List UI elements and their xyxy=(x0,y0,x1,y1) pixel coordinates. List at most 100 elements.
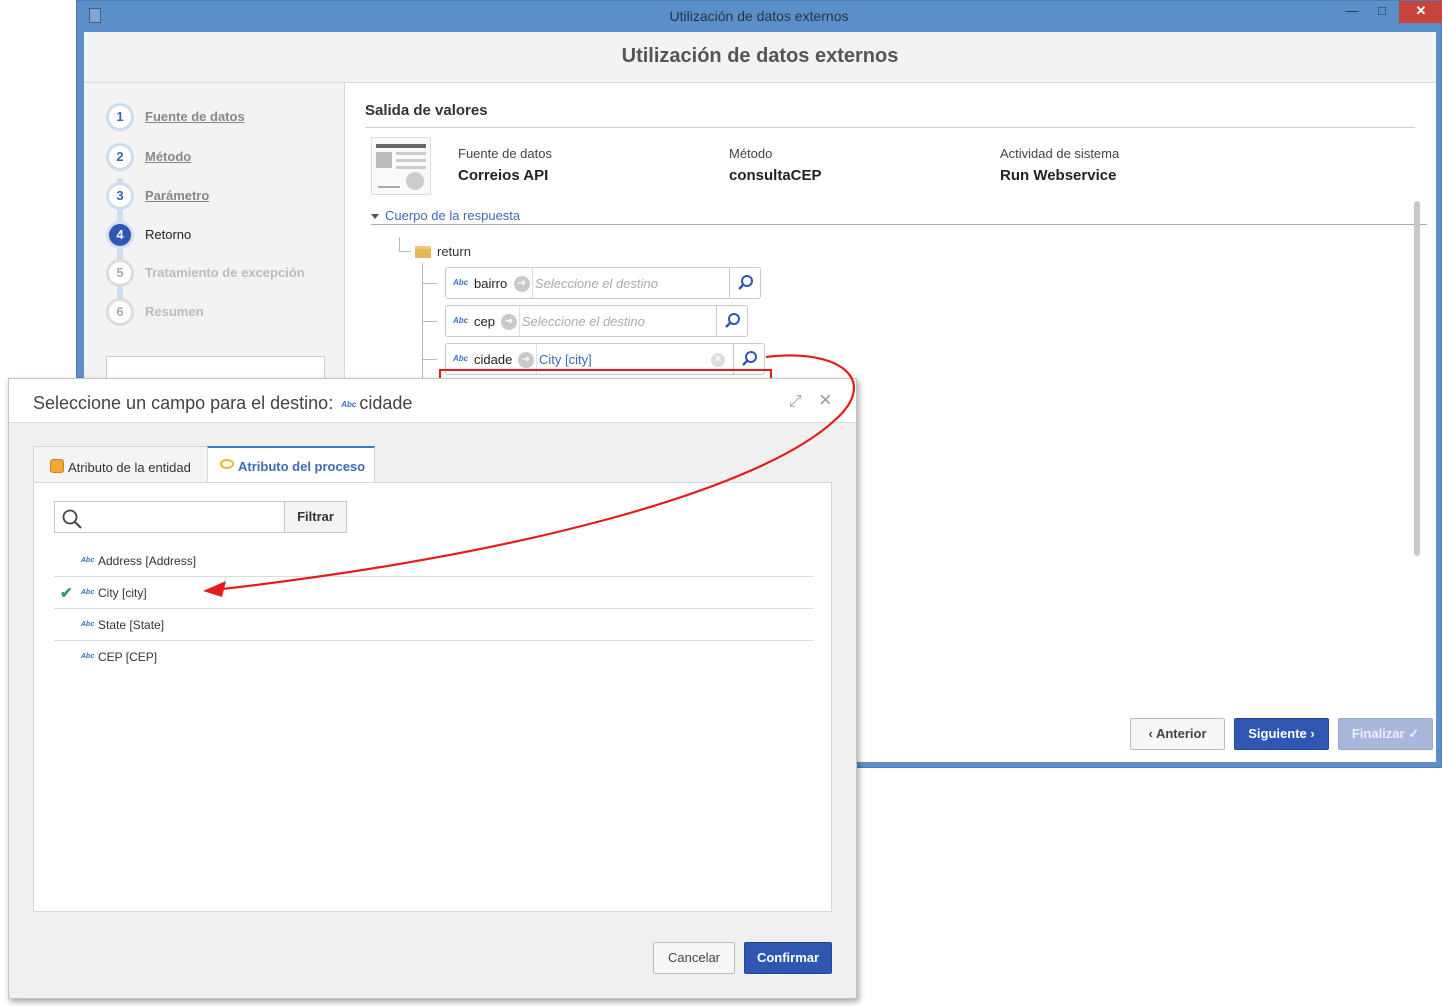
report-thumbnail-icon xyxy=(371,137,431,195)
section-divider xyxy=(365,127,1415,128)
dialog-header: Seleccione un campo para el destino: Abc c… xyxy=(9,379,856,423)
step-number: 5 xyxy=(106,259,134,287)
step-label[interactable]: Fuente de datos xyxy=(145,109,245,124)
chevron-right-icon: › xyxy=(1306,726,1315,741)
minimize-button[interactable]: — xyxy=(1339,1,1365,23)
search-destination-button[interactable] xyxy=(729,268,761,298)
tree-line xyxy=(399,251,411,252)
search-input[interactable] xyxy=(54,501,285,533)
step-label: Resumen xyxy=(145,304,204,319)
tree-node-return[interactable]: return xyxy=(437,244,471,259)
list-item-label: Address [Address] xyxy=(98,554,197,568)
list-item[interactable]: Abc Address [Address] xyxy=(54,545,813,577)
chevron-left-icon: ‹ xyxy=(1148,726,1156,741)
folder-icon xyxy=(415,246,431,258)
text-type-icon: Abc xyxy=(341,399,357,409)
dialog-title: Seleccione un campo para el destino: Abc c… xyxy=(33,393,413,413)
field-mapping-cep: Abc cep ➜ Seleccione el destino xyxy=(445,305,748,337)
info-actividad-de-sistema: Actividad de sistema Run Webservice xyxy=(1000,146,1119,184)
window-title: Utilización de datos externos xyxy=(669,8,849,24)
maximize-button[interactable]: □ xyxy=(1369,1,1395,23)
info-value: Run Webservice xyxy=(1000,167,1117,184)
text-type-icon: Abc xyxy=(81,621,95,628)
tree-line xyxy=(422,359,437,360)
vertical-scrollbar[interactable] xyxy=(1414,201,1420,556)
list-item[interactable]: Abc State [State] xyxy=(54,609,813,641)
arrow-right-icon: ➜ xyxy=(514,276,530,292)
checkmark-icon: ✓ xyxy=(1404,726,1420,741)
tab-atributo-del-proceso[interactable]: Atributo del proceso xyxy=(207,446,375,483)
tab-atributo-de-la-entidad[interactable]: Atributo de la entidad xyxy=(33,446,208,483)
tree-line xyxy=(422,321,437,322)
check-icon: ✔ xyxy=(60,585,73,602)
anterior-button[interactable]: ‹ Anterior xyxy=(1130,718,1225,750)
entity-icon xyxy=(50,459,64,473)
section-title: Salida de valores xyxy=(365,102,488,119)
response-body-toggle[interactable]: Cuerpo de la respuesta xyxy=(371,208,520,223)
step-number: 2 xyxy=(106,143,134,171)
tree-line xyxy=(399,237,400,251)
confirm-button[interactable]: Confirmar xyxy=(744,942,832,974)
info-metodo: Método consultaCEP xyxy=(729,146,822,184)
response-body-label: Cuerpo de la respuesta xyxy=(385,208,521,223)
response-body-divider xyxy=(371,224,1427,225)
info-key: Actividad de sistema xyxy=(1000,146,1120,161)
text-type-icon: Abc xyxy=(453,354,469,363)
step-number: 6 xyxy=(106,298,134,326)
text-type-icon: Abc xyxy=(81,557,95,564)
search-icon xyxy=(742,351,757,366)
search-icon xyxy=(738,275,753,290)
close-window-button[interactable]: ✕ xyxy=(1399,1,1442,23)
close-icon[interactable]: × xyxy=(819,389,839,411)
info-value: Correios API xyxy=(458,167,549,184)
search-destination-button[interactable] xyxy=(716,306,748,336)
step-number: 3 xyxy=(106,182,134,210)
step-label[interactable]: Método xyxy=(145,149,191,164)
destination-value[interactable]: City [city] xyxy=(539,352,592,367)
dialog-list-panel: Filtrar Abc Address [Address] ✔ Abc City… xyxy=(33,482,832,912)
text-type-icon: Abc xyxy=(81,589,95,596)
list-item[interactable]: ✔ Abc City [city] xyxy=(54,577,813,609)
field-name: cidade xyxy=(474,352,513,367)
search-icon xyxy=(725,313,740,328)
step-number: 4 xyxy=(106,221,134,249)
caret-down-icon xyxy=(371,214,379,220)
destination-placeholder[interactable]: Seleccione el destino xyxy=(535,276,658,291)
step-label: Retorno xyxy=(145,227,192,242)
step-number: 1 xyxy=(106,103,134,131)
page-title: Utilización de datos externos xyxy=(84,32,1436,83)
title-bar: Utilización de datos externos — □ ✕ xyxy=(77,1,1442,31)
field-name: bairro xyxy=(474,276,508,291)
filter-button[interactable]: Filtrar xyxy=(284,501,347,533)
field-mapping-bairro: Abc bairro ➜ Seleccione el destino xyxy=(445,267,761,299)
info-value: consultaCEP xyxy=(729,167,822,184)
text-type-icon: Abc xyxy=(453,316,469,325)
tree-line xyxy=(422,283,437,284)
expand-icon[interactable]: ⤢ xyxy=(789,393,809,411)
clear-icon[interactable]: ✕ xyxy=(711,353,725,367)
arrow-right-icon: ➜ xyxy=(518,352,534,368)
arrow-right-icon: ➜ xyxy=(501,314,517,330)
info-key: Fuente de datos xyxy=(458,146,552,161)
search-icon xyxy=(62,509,82,529)
destination-placeholder[interactable]: Seleccione el destino xyxy=(522,314,645,329)
tab-label: Atributo del proceso xyxy=(238,459,366,474)
select-field-dialog: Seleccione un campo para el destino: Abc c… xyxy=(8,378,857,999)
siguiente-button[interactable]: Siguiente › xyxy=(1234,718,1329,750)
step-label[interactable]: Parámetro xyxy=(145,188,209,203)
list-item-label: CEP [CEP] xyxy=(98,650,158,664)
text-type-icon: Abc xyxy=(81,653,95,660)
tab-label: Atributo de la entidad xyxy=(68,460,191,475)
info-key: Método xyxy=(729,146,773,161)
field-name: cep xyxy=(474,314,495,329)
dialog-field-name: cidade xyxy=(359,393,413,413)
text-type-icon: Abc xyxy=(453,278,469,287)
list-item[interactable]: Abc CEP [CEP] xyxy=(54,641,813,673)
eye-icon xyxy=(220,459,234,469)
info-fuente-de-datos: Fuente de datos Correios API xyxy=(458,146,552,184)
cancel-button[interactable]: Cancelar xyxy=(653,942,735,974)
list-item-label: City [city] xyxy=(98,586,147,600)
step-label: Tratamiento de excepción xyxy=(145,265,305,280)
list-item-label: State [State] xyxy=(98,618,165,632)
finalizar-button[interactable]: Finalizar ✓ xyxy=(1338,718,1433,750)
